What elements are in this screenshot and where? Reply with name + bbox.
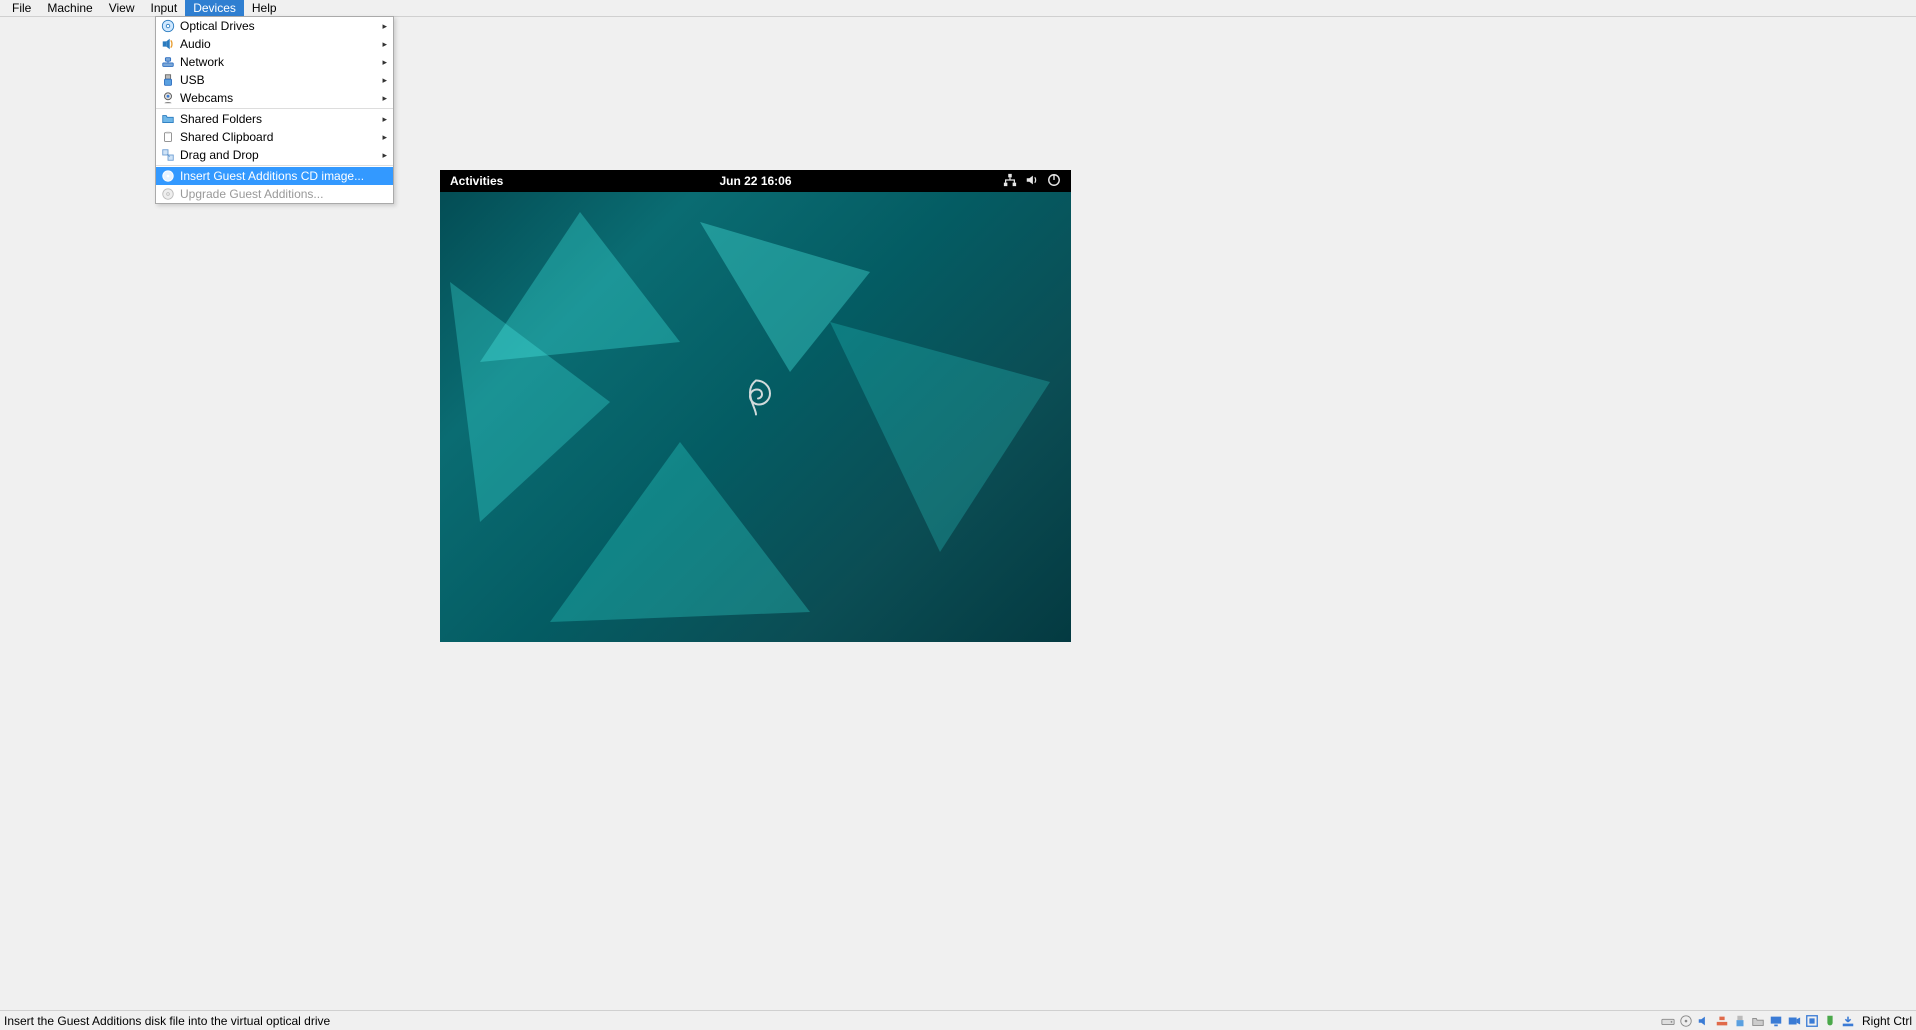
menu-item-label: Upgrade Guest Additions... xyxy=(180,187,323,201)
chevron-right-icon: ▸ xyxy=(382,132,387,143)
chevron-right-icon: ▸ xyxy=(382,21,387,32)
chevron-right-icon: ▸ xyxy=(382,75,387,86)
features-indicator-icon[interactable] xyxy=(1805,1013,1820,1028)
shared-folder-indicator-icon[interactable] xyxy=(1751,1013,1766,1028)
menu-item-label: Drag and Drop xyxy=(180,148,259,162)
guest-wallpaper xyxy=(440,192,1071,642)
guest-topbar: Activities Jun 22 16:06 xyxy=(440,170,1071,192)
statusbar-text: Insert the Guest Additions disk file int… xyxy=(4,1014,330,1028)
menu-machine[interactable]: Machine xyxy=(39,0,100,16)
menu-item-label: Webcams xyxy=(180,91,233,105)
menu-insert-guest-additions[interactable]: Insert Guest Additions CD image... xyxy=(156,167,393,185)
menu-drag-and-drop[interactable]: Drag and Drop ▸ xyxy=(156,146,393,164)
menu-optical-drives[interactable]: Optical Drives ▸ xyxy=(156,17,393,35)
network-icon xyxy=(160,54,176,70)
clipboard-icon xyxy=(160,129,176,145)
disc-icon xyxy=(160,18,176,34)
statusbar: Insert the Guest Additions disk file int… xyxy=(0,1010,1916,1030)
menu-item-label: Shared Clipboard xyxy=(180,130,273,144)
audio-icon xyxy=(160,36,176,52)
menu-shared-folders[interactable]: Shared Folders ▸ xyxy=(156,110,393,128)
menu-item-label: Network xyxy=(180,55,224,69)
keyboard-indicator-icon[interactable] xyxy=(1841,1013,1856,1028)
chevron-right-icon: ▸ xyxy=(382,114,387,125)
menu-item-label: Shared Folders xyxy=(180,112,262,126)
vm-display[interactable]: Activities Jun 22 16:06 xyxy=(440,170,1071,642)
webcam-icon xyxy=(160,90,176,106)
mouse-indicator-icon[interactable] xyxy=(1823,1013,1838,1028)
drag-icon xyxy=(160,147,176,163)
menu-devices[interactable]: Devices xyxy=(185,0,244,16)
status-icons xyxy=(1661,1013,1856,1028)
display-indicator-icon[interactable] xyxy=(1769,1013,1784,1028)
guest-datetime[interactable]: Jun 22 16:06 xyxy=(440,174,1071,188)
menu-help[interactable]: Help xyxy=(244,0,285,16)
host-key-label[interactable]: Right Ctrl xyxy=(1860,1014,1912,1028)
network-indicator-icon[interactable] xyxy=(1003,173,1017,190)
menu-file[interactable]: File xyxy=(4,0,39,16)
optical-indicator-icon[interactable] xyxy=(1679,1013,1694,1028)
menu-separator xyxy=(156,165,393,166)
audio-indicator-icon[interactable] xyxy=(1697,1013,1712,1028)
menu-upgrade-guest-additions: Upgrade Guest Additions... xyxy=(156,185,393,203)
disc-upgrade-icon xyxy=(160,186,176,202)
chevron-right-icon: ▸ xyxy=(382,57,387,68)
folder-icon xyxy=(160,111,176,127)
menubar: File Machine View Input Devices Help xyxy=(0,0,1916,17)
menu-item-label: USB xyxy=(180,73,205,87)
usb-icon xyxy=(160,72,176,88)
menu-item-label: Insert Guest Additions CD image... xyxy=(180,169,364,183)
menu-webcams[interactable]: Webcams ▸ xyxy=(156,89,393,107)
menu-shared-clipboard[interactable]: Shared Clipboard ▸ xyxy=(156,128,393,146)
menu-item-label: Optical Drives xyxy=(180,19,255,33)
menu-network[interactable]: Network ▸ xyxy=(156,53,393,71)
disc-insert-icon xyxy=(160,168,176,184)
usb-indicator-icon[interactable] xyxy=(1733,1013,1748,1028)
menu-item-label: Audio xyxy=(180,37,211,51)
menu-view[interactable]: View xyxy=(101,0,143,16)
power-indicator-icon[interactable] xyxy=(1047,173,1061,190)
recording-indicator-icon[interactable] xyxy=(1787,1013,1802,1028)
chevron-right-icon: ▸ xyxy=(382,150,387,161)
volume-indicator-icon[interactable] xyxy=(1025,173,1039,190)
menu-audio[interactable]: Audio ▸ xyxy=(156,35,393,53)
devices-dropdown: Optical Drives ▸ Audio ▸ Network ▸ USB ▸… xyxy=(155,16,394,204)
menu-usb[interactable]: USB ▸ xyxy=(156,71,393,89)
debian-swirl-icon xyxy=(739,378,773,421)
chevron-right-icon: ▸ xyxy=(382,93,387,104)
network-indicator-icon[interactable] xyxy=(1715,1013,1730,1028)
activities-button[interactable]: Activities xyxy=(450,174,503,188)
menu-input[interactable]: Input xyxy=(143,0,186,16)
hard-disk-indicator-icon[interactable] xyxy=(1661,1013,1676,1028)
chevron-right-icon: ▸ xyxy=(382,39,387,50)
menu-separator xyxy=(156,108,393,109)
